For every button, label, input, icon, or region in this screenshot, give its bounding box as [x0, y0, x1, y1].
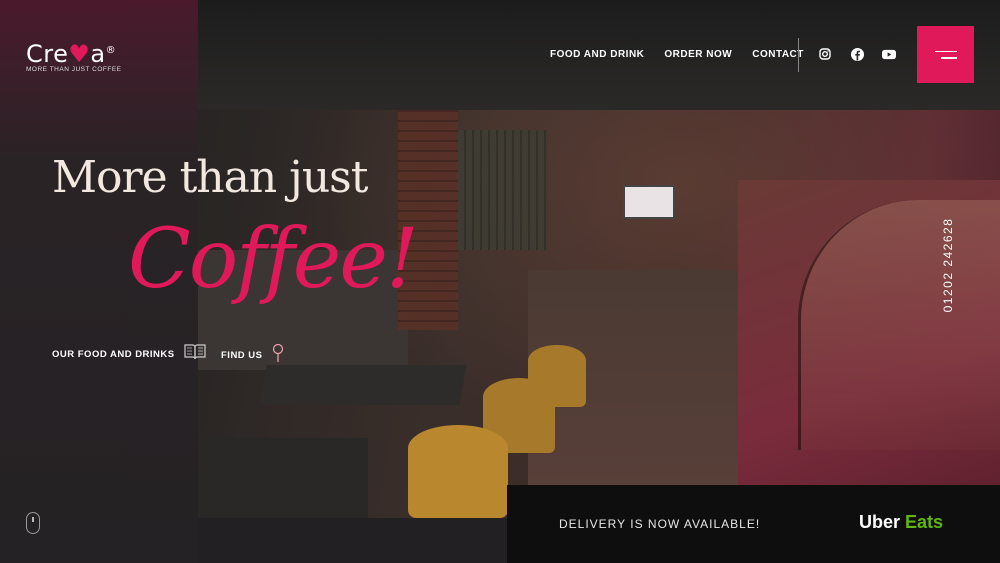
hero-headline: More than just [52, 152, 368, 203]
facebook-icon[interactable] [850, 47, 864, 61]
uber-eats-logo[interactable]: Uber Eats [859, 512, 943, 533]
find-us-link[interactable]: FIND US [221, 343, 285, 368]
photo-stool [408, 425, 508, 518]
photo-table [259, 365, 467, 405]
nav-food-and-drink[interactable]: FOOD AND DRINK [550, 49, 644, 60]
menu-line [941, 57, 957, 59]
photo-tv-screen [623, 185, 675, 219]
logo-wordmark: Cre♥a® [26, 40, 136, 68]
our-food-and-drinks-link[interactable]: OUR FOOD AND DRINKS [52, 343, 207, 366]
phone-number[interactable]: 01202 242628 [941, 210, 955, 320]
uber-eats-logo-eats: Eats [905, 512, 944, 532]
main-nav: FOOD AND DRINK ORDER NOW CONTACT [550, 49, 804, 60]
instagram-icon[interactable] [818, 47, 832, 61]
logo-text-end: a [90, 40, 106, 68]
logo-tagline: MORE THAN JUST COFFEE [26, 66, 122, 73]
our-food-and-drinks-label: OUR FOOD AND DRINKS [52, 349, 175, 360]
hero-highlight: Coffee! [128, 212, 419, 307]
find-us-label: FIND US [221, 350, 263, 361]
delivery-banner[interactable]: DELIVERY IS NOW AVAILABLE! Uber Eats [507, 485, 1000, 563]
uber-eats-logo-uber: Uber [859, 512, 901, 532]
menu-line [935, 50, 957, 52]
registered-mark: ® [105, 45, 117, 56]
youtube-icon[interactable] [882, 47, 896, 61]
nav-order-now[interactable]: ORDER NOW [664, 49, 732, 60]
heart-icon: ♥ [68, 40, 91, 68]
logo-text-start: Cre [26, 40, 69, 68]
photo-tile-wall [458, 130, 548, 250]
delivery-text: DELIVERY IS NOW AVAILABLE! [559, 517, 761, 531]
nav-divider [798, 38, 799, 72]
book-icon [183, 343, 207, 366]
scroll-mouse-icon[interactable] [26, 512, 40, 534]
social-links [818, 47, 896, 61]
hamburger-menu-icon[interactable] [917, 26, 974, 83]
brand-logo[interactable]: Cre♥a® MORE THAN JUST COFFEE [26, 40, 136, 73]
photo-table [198, 438, 368, 518]
nav-contact[interactable]: CONTACT [752, 49, 804, 60]
map-pin-icon [271, 343, 285, 368]
